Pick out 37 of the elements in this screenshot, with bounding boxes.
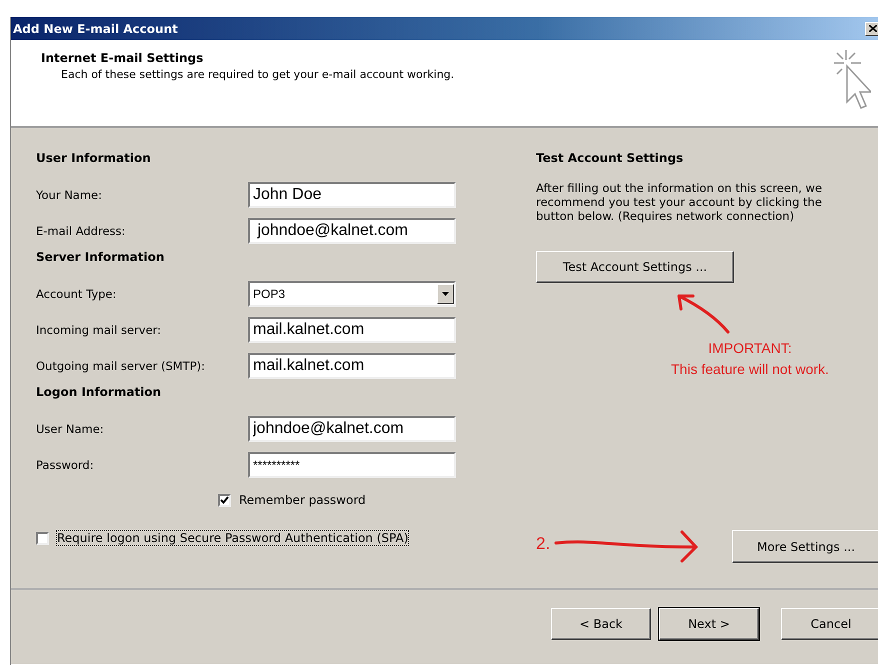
field-label: Your Name: xyxy=(36,188,104,202)
annotation-text: IMPORTANT: xyxy=(708,339,792,358)
dropdown-arrow-button[interactable] xyxy=(437,284,454,304)
section-heading: Server Information xyxy=(36,249,166,266)
input-field[interactable]: mail.kalnet.com xyxy=(248,317,456,343)
field-label: E-mail Address: xyxy=(36,224,126,238)
close-button[interactable] xyxy=(865,22,878,36)
step-number: 2. xyxy=(536,534,550,554)
caret-icon xyxy=(442,292,449,296)
wizard-button[interactable]: Cancel xyxy=(781,608,878,640)
test-account-settings-button[interactable]: Test Account Settings ... xyxy=(536,251,734,283)
account-type-dropdown[interactable]: POP3 xyxy=(248,281,456,307)
field-label: Incoming mail server: xyxy=(36,323,162,337)
annotation-text: This feature will not work. xyxy=(671,360,829,379)
checkbox[interactable] xyxy=(36,532,49,544)
section-heading: User Information xyxy=(36,150,152,167)
checkbox-label[interactable]: Remember password xyxy=(239,493,366,507)
field-label: Outgoing mail server (SMTP): xyxy=(36,359,206,373)
field-label: User Name: xyxy=(36,422,105,436)
header-subtitle: Each of these settings are required to get your e-mail account working. xyxy=(60,68,454,81)
wizard-button[interactable]: < Back xyxy=(551,608,651,640)
section-heading: Logon Information xyxy=(36,384,162,401)
password-field[interactable]: ********** xyxy=(248,452,456,478)
header-title: Internet E-mail Settings xyxy=(41,51,204,65)
field-label: Account Type: xyxy=(36,287,118,301)
close-icon xyxy=(869,25,877,32)
input-field[interactable]: John Doe xyxy=(248,182,456,208)
input-field[interactable]: mail.kalnet.com xyxy=(248,353,456,379)
test-description: After filling out the information on this screen, we recommend you test your account by clicking the button below. (Requires network connection) xyxy=(536,181,824,223)
checkbox-label[interactable]: Require logon using Secure Password Authentication (SPA) xyxy=(57,531,408,545)
more-settings-button[interactable]: More Settings ... xyxy=(732,530,878,563)
window-title: Add New E-mail Account xyxy=(13,22,178,36)
wizard-button[interactable]: Next > xyxy=(659,608,759,640)
checkbox[interactable] xyxy=(218,494,231,506)
field-label: Password: xyxy=(36,458,95,472)
input-field[interactable]: johndoe@kalnet.com xyxy=(248,218,456,244)
section-heading: Test Account Settings xyxy=(536,150,684,167)
